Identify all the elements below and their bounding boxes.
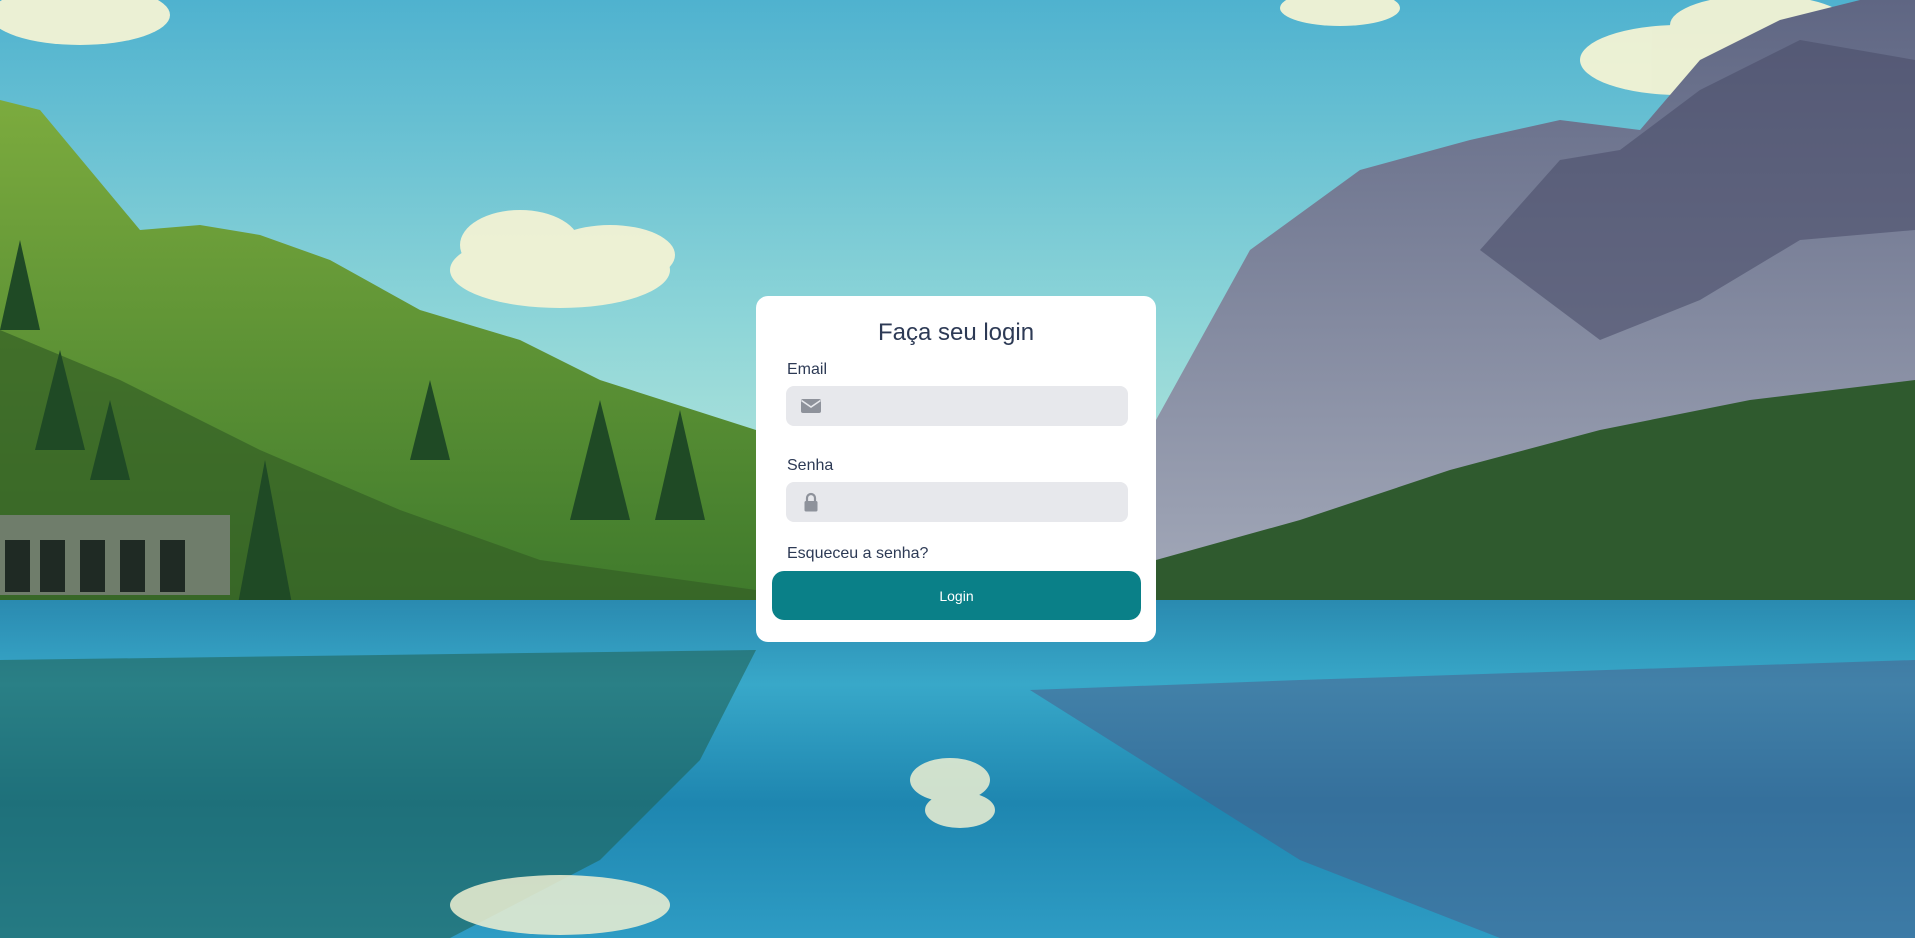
- login-button[interactable]: Login: [772, 571, 1141, 620]
- login-card: Faça seu login Email Senha Esqueceu a se…: [756, 296, 1156, 642]
- password-field-wrapper[interactable]: [786, 482, 1128, 524]
- login-title: Faça seu login: [877, 319, 1035, 346]
- password-label: Senha: [787, 457, 834, 474]
- email-input[interactable]: [832, 386, 1118, 428]
- login-page: Faça seu login Email Senha Esqueceu a se…: [0, 0, 1915, 938]
- email-label: Email: [787, 361, 828, 378]
- envelope-icon: [801, 399, 821, 413]
- lock-icon: [804, 492, 818, 512]
- email-field-wrapper[interactable]: [786, 386, 1128, 428]
- password-input[interactable]: [832, 482, 1118, 524]
- forgot-password-link[interactable]: Esqueceu a senha?: [787, 544, 928, 564]
